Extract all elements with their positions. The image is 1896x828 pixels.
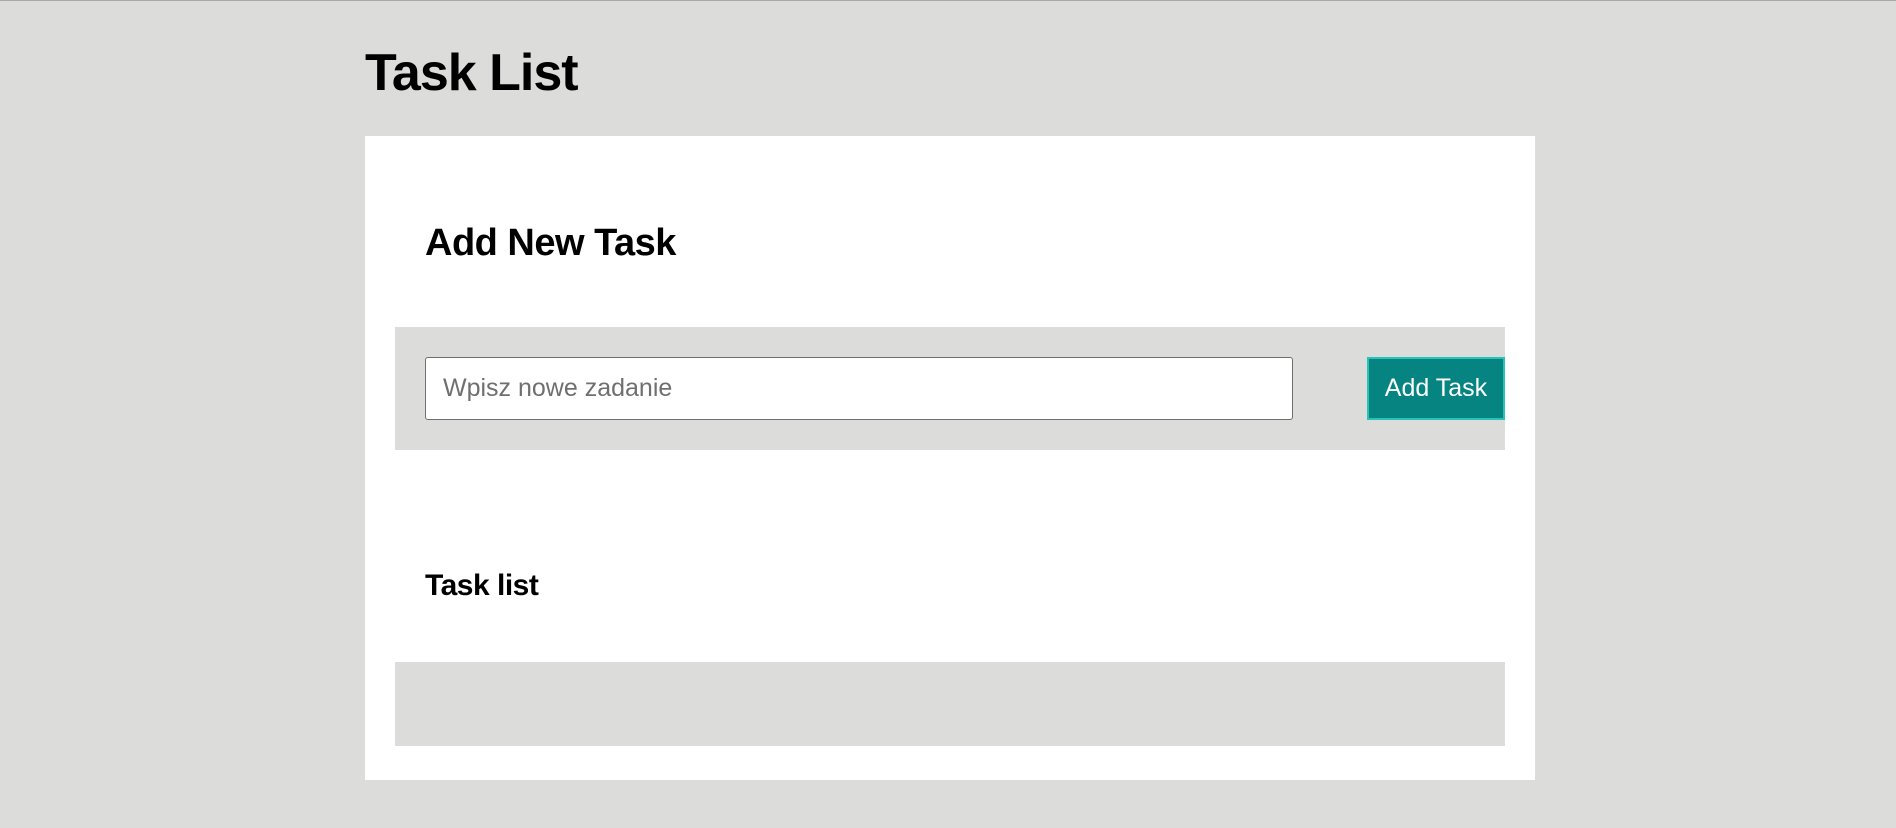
task-list-heading: Task list [425,569,539,602]
new-task-input[interactable] [425,357,1293,420]
add-task-button[interactable]: Add Task [1367,357,1505,420]
add-task-heading: Add New Task [425,222,676,264]
page-title: Task List [365,44,579,102]
task-card: Add New Task Add Task Task list [365,136,1535,780]
task-list-container [395,662,1505,746]
add-task-panel: Add Task [395,327,1505,450]
